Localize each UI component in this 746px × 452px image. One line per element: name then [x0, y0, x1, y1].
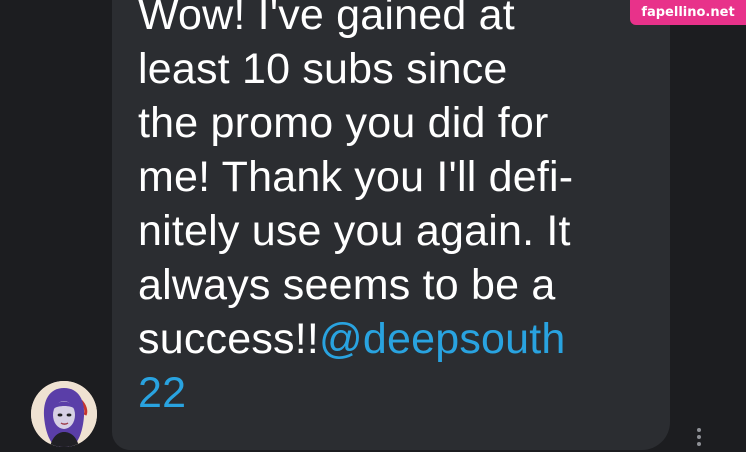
message-text: Wow! I've gained at least 10 subs since … [138, 0, 658, 420]
more-dot [697, 428, 701, 432]
message-body: Wow! I've gained at least 10 subs since … [138, 0, 574, 363]
more-vertical-icon[interactable] [695, 428, 703, 452]
watermark-label: fapellino.net [630, 0, 746, 25]
avatar-image [31, 381, 97, 447]
more-dot [697, 442, 701, 446]
more-dot [697, 435, 701, 439]
avatar[interactable] [31, 381, 97, 447]
